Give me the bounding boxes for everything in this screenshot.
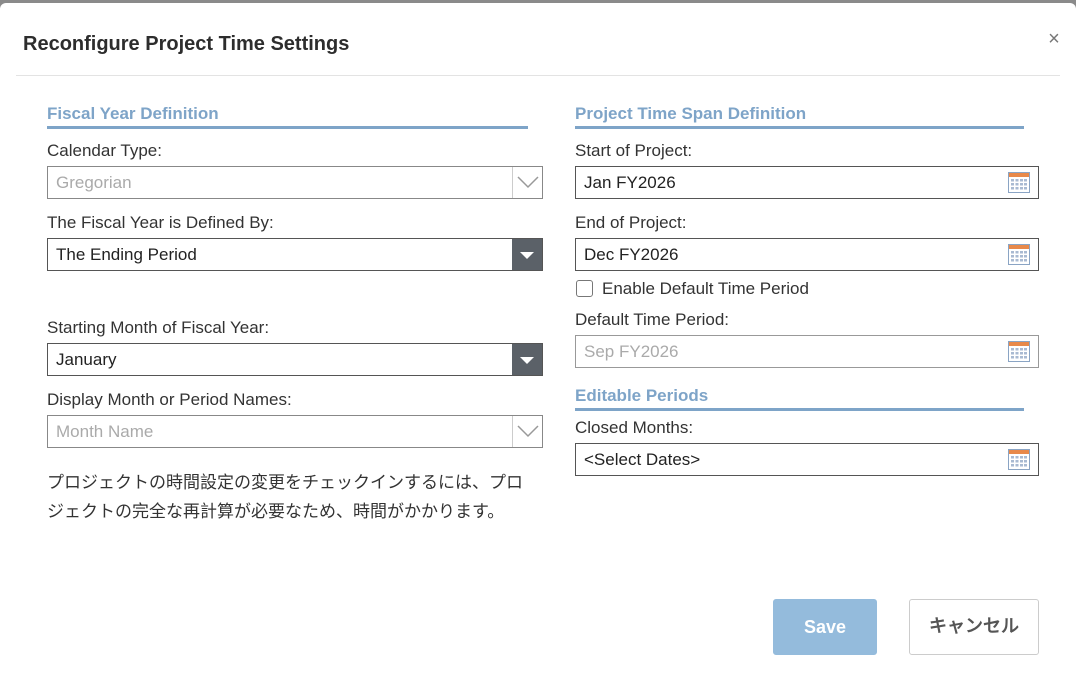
cancel-button[interactable]: キャンセル: [909, 599, 1039, 655]
closed-months-label: Closed Months:: [575, 418, 694, 437]
fiscal-year-section-title: Fiscal Year Definition: [47, 103, 528, 129]
defined-by-value: The Ending Period: [56, 245, 197, 264]
starting-month-select[interactable]: January: [47, 343, 543, 376]
fiscal-year-section: Fiscal Year Definition Calendar Type: Gr…: [47, 103, 543, 448]
default-period-label: Default Time Period:: [575, 310, 730, 329]
display-names-label: Display Month or Period Names:: [47, 390, 292, 409]
close-icon[interactable]: ×: [1044, 27, 1064, 51]
default-period-field[interactable]: Sep FY2026: [575, 335, 1039, 368]
dialog-title: Reconfigure Project Time Settings: [23, 33, 350, 55]
calendar-icon[interactable]: [1008, 172, 1030, 193]
editable-periods-section-title: Editable Periods: [575, 385, 1024, 411]
default-period-value: Sep FY2026: [584, 342, 679, 361]
calendar-type-value: Gregorian: [56, 173, 132, 192]
chevron-down-icon: [512, 167, 542, 198]
display-names-select[interactable]: Month Name: [47, 415, 543, 448]
start-of-project-field[interactable]: Jan FY2026: [575, 166, 1039, 199]
defined-by-label: The Fiscal Year is Defined By:: [47, 213, 274, 232]
end-of-project-field[interactable]: Dec FY2026: [575, 238, 1039, 271]
calendar-icon[interactable]: [1008, 244, 1030, 265]
closed-months-field[interactable]: <Select Dates>: [575, 443, 1039, 476]
chevron-down-icon: [512, 416, 542, 447]
chevron-down-icon: [512, 239, 542, 270]
calendar-type-select[interactable]: Gregorian: [47, 166, 543, 199]
start-of-project-label: Start of Project:: [575, 141, 693, 160]
start-of-project-value: Jan FY2026: [584, 173, 676, 192]
calendar-type-label: Calendar Type:: [47, 141, 162, 160]
save-button[interactable]: Save: [773, 599, 877, 655]
end-of-project-label: End of Project:: [575, 213, 687, 232]
calendar-icon[interactable]: [1008, 449, 1030, 470]
starting-month-value: January: [56, 350, 117, 369]
display-names-value: Month Name: [56, 422, 154, 441]
time-span-section: Project Time Span Definition Start of Pr…: [575, 103, 1039, 476]
chevron-down-icon: [512, 344, 542, 375]
time-settings-dialog: Reconfigure Project Time Settings × Fisc…: [0, 3, 1076, 680]
starting-month-label: Starting Month of Fiscal Year:: [47, 318, 270, 337]
enable-default-checkbox[interactable]: [576, 280, 593, 297]
end-of-project-value: Dec FY2026: [584, 245, 679, 264]
enable-default-label: Enable Default Time Period: [602, 279, 809, 298]
recalculation-note: プロジェクトの時間設定の変更をチェックインするには、プロジェクトの完全な再計算が…: [47, 473, 523, 522]
defined-by-select[interactable]: The Ending Period: [47, 238, 543, 271]
calendar-icon[interactable]: [1008, 341, 1030, 362]
closed-months-value: <Select Dates>: [584, 450, 701, 469]
time-span-section-title: Project Time Span Definition: [575, 103, 1024, 129]
